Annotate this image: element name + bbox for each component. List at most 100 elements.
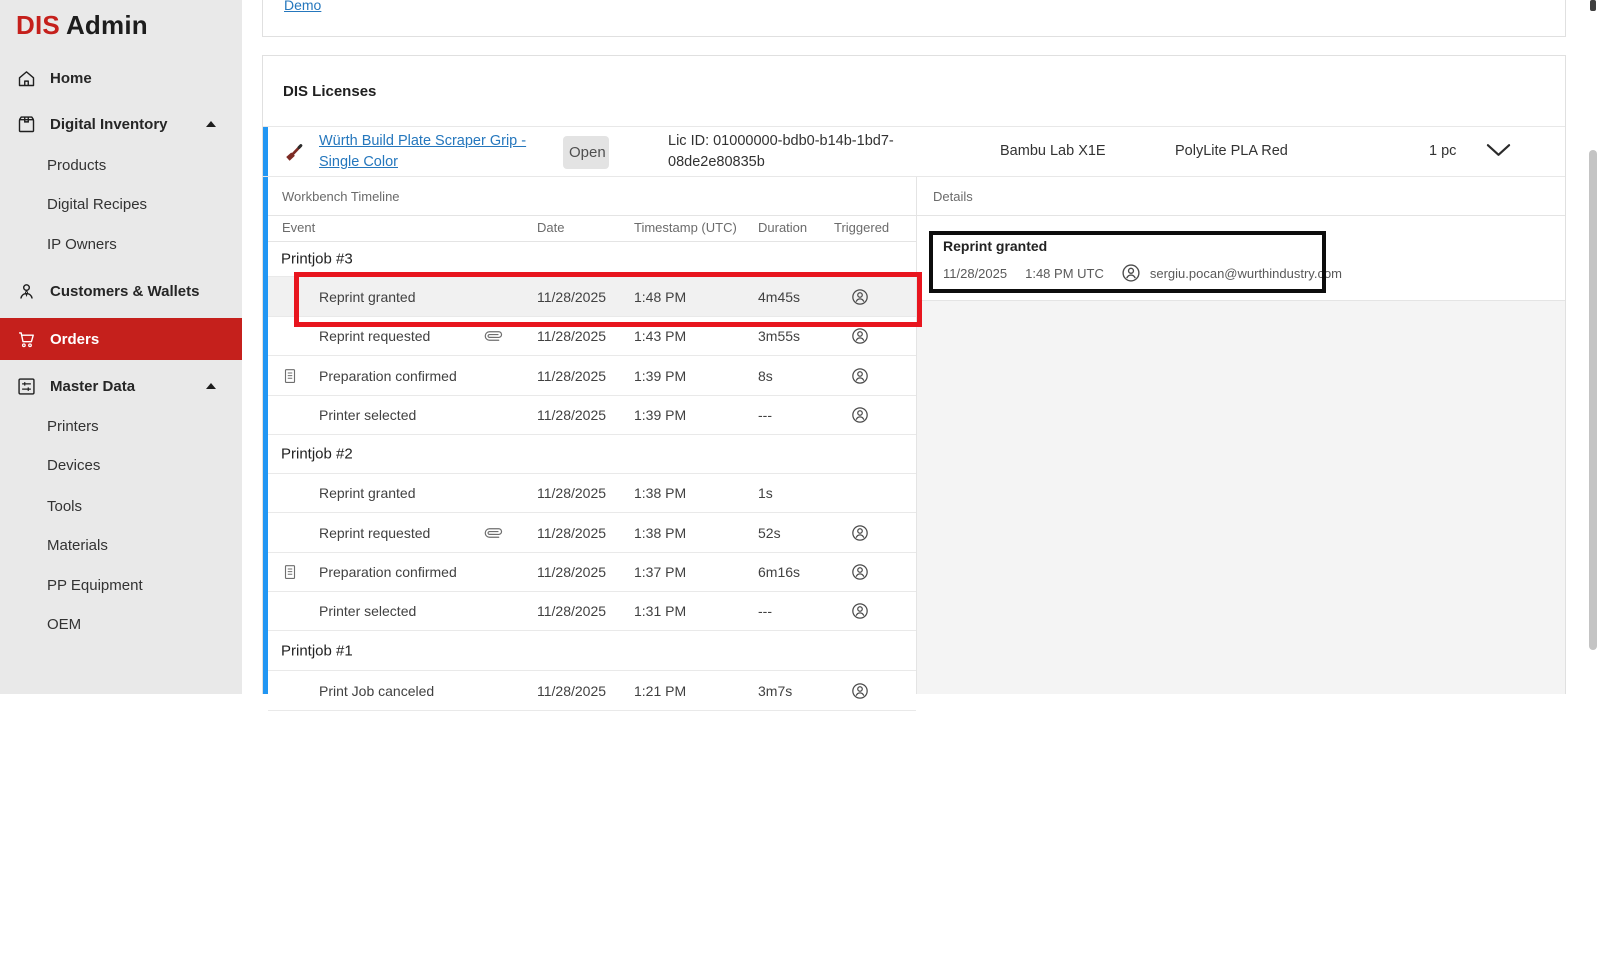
logo-suffix: Admin (66, 10, 148, 40)
scrollbar-thumb[interactable] (1589, 150, 1597, 650)
package-icon (16, 114, 37, 135)
license-row[interactable]: Würth Build Plate Scraper Grip - Single … (263, 126, 1565, 177)
sidebar-item-label: Tools (47, 498, 82, 515)
event-date: 11/28/2025 (537, 407, 606, 423)
detail-date: 11/28/2025 (943, 266, 1007, 281)
document-icon (281, 366, 299, 386)
sliders-icon (16, 376, 37, 397)
timeline-row-selected[interactable]: Reprint granted 11/28/2025 1:48 PM 4m45s (268, 277, 916, 317)
event-duration: 4m45s (758, 289, 800, 305)
printjob-group-header: Printjob #1 (268, 631, 916, 671)
event-label: Printer selected (319, 603, 416, 619)
home-icon (16, 68, 37, 89)
timeline-row[interactable]: Preparation confirmed 11/28/2025 1:39 PM… (268, 356, 916, 396)
paperclip-icon (481, 324, 505, 348)
sidebar-item-label: Devices (47, 457, 100, 474)
event-duration: 6m16s (758, 564, 800, 580)
timeline-row[interactable]: Reprint requested 11/28/2025 1:43 PM 3m5… (268, 317, 916, 356)
detail-item: Reprint granted 11/28/2025 1:48 PM UTC s… (917, 216, 1565, 301)
event-duration: --- (758, 603, 772, 619)
sidebar-item-ip-owners[interactable]: IP Owners (0, 224, 242, 264)
sidebar-item-master-data[interactable]: Master Data (0, 366, 242, 406)
sidebar-item-customers-wallets[interactable]: Customers & Wallets (0, 271, 242, 311)
col-timestamp: Timestamp (UTC) (634, 220, 737, 235)
timeline-row[interactable]: Print Job canceled 11/28/2025 1:21 PM 3m… (268, 671, 916, 711)
timeline-title: Workbench Timeline (282, 189, 400, 204)
event-time: 1:48 PM (634, 289, 686, 305)
caret-up-icon (206, 383, 216, 389)
sidebar-item-digital-inventory[interactable]: Digital Inventory (0, 104, 242, 144)
sidebar-item-materials[interactable]: Materials (0, 525, 242, 565)
timeline-row[interactable]: Printer selected 11/28/2025 1:39 PM --- (268, 396, 916, 435)
order-card-partial: Demo (262, 0, 1566, 37)
event-time: 1:39 PM (634, 407, 686, 423)
event-duration: 1s (758, 485, 773, 501)
sidebar-item-label: PP Equipment (47, 577, 143, 594)
printjob-label: Printjob #3 (281, 251, 353, 268)
sidebar-item-tools[interactable]: Tools (0, 486, 242, 526)
printjob-group-header: Printjob #3 (268, 242, 916, 277)
sidebar-item-digital-recipes[interactable]: Digital Recipes (0, 184, 242, 224)
detail-event: Reprint granted (943, 238, 1047, 254)
event-date: 11/28/2025 (537, 525, 606, 541)
timeline-row[interactable]: Preparation confirmed 11/28/2025 1:37 PM… (268, 553, 916, 592)
user-circle-icon (850, 523, 870, 543)
event-label: Reprint requested (319, 328, 430, 344)
printjob-label: Printjob #1 (281, 642, 353, 659)
event-label: Preparation confirmed (319, 368, 457, 384)
cart-icon (16, 329, 37, 350)
sidebar-item-label: Customers & Wallets (50, 283, 199, 300)
sidebar-item-label: Home (50, 70, 92, 87)
license-expanded-panel: Workbench Timeline Event Date Timestamp … (263, 177, 1565, 694)
col-date: Date (537, 220, 564, 235)
sidebar-item-devices[interactable]: Devices (0, 445, 242, 485)
timeline-row[interactable]: Reprint granted 11/28/2025 1:38 PM 1s (268, 474, 916, 513)
event-time: 1:38 PM (634, 525, 686, 541)
event-label: Preparation confirmed (319, 564, 457, 580)
logo-brand: DIS (16, 10, 60, 40)
sidebar-item-label: IP Owners (47, 236, 117, 253)
event-time: 1:21 PM (634, 683, 686, 699)
product-icon (283, 141, 305, 163)
paperclip-icon (481, 520, 505, 544)
user-circle-icon (850, 405, 870, 425)
document-icon (281, 562, 299, 582)
event-label: Reprint granted (319, 289, 416, 305)
event-time: 1:31 PM (634, 603, 686, 619)
user-circle-icon (850, 366, 870, 386)
chevron-down-icon[interactable] (1485, 142, 1512, 158)
user-circle-icon (850, 601, 870, 621)
sidebar-item-label: Master Data (50, 378, 135, 395)
sidebar-item-printers[interactable]: Printers (0, 406, 242, 446)
timeline-row[interactable]: Printer selected 11/28/2025 1:31 PM --- (268, 592, 916, 631)
product-link[interactable]: Würth Build Plate Scraper Grip - Single … (319, 131, 553, 173)
license-id: Lic ID: 01000000-bdb0-b14b-1bd7-08de2e80… (668, 131, 918, 173)
dis-licenses-card: DIS Licenses Würth Build Plate Scraper G… (262, 55, 1566, 694)
printjob-label: Printjob #2 (281, 446, 353, 463)
event-duration: 52s (758, 525, 781, 541)
sidebar-item-products[interactable]: Products (0, 145, 242, 185)
details-title: Details (933, 189, 973, 204)
demo-link[interactable]: Demo (284, 0, 321, 13)
caret-up-icon (206, 121, 216, 127)
card-title: DIS Licenses (283, 83, 376, 100)
sidebar-item-label: Digital Inventory (50, 116, 168, 133)
event-date: 11/28/2025 (537, 289, 606, 305)
sidebar-item-orders[interactable]: Orders (0, 318, 242, 360)
event-label: Print Job canceled (319, 683, 434, 699)
detail-meta: 11/28/2025 1:48 PM UTC sergiu.pocan@wurt… (943, 262, 1342, 284)
sidebar-item-oem[interactable]: OEM (0, 604, 242, 644)
sidebar-item-home[interactable]: Home (0, 58, 242, 98)
license-printer: Bambu Lab X1E (1000, 143, 1106, 159)
user-circle-icon (850, 562, 870, 582)
event-time: 1:43 PM (634, 328, 686, 344)
event-label: Reprint granted (319, 485, 416, 501)
sidebar-item-pp-equipment[interactable]: PP Equipment (0, 565, 242, 605)
scrollbar-top-mark (1590, 0, 1596, 11)
timeline-row[interactable]: Reprint requested 11/28/2025 1:38 PM 52s (268, 513, 916, 553)
open-button[interactable]: Open (563, 136, 609, 169)
event-time: 1:37 PM (634, 564, 686, 580)
license-material: PolyLite PLA Red (1175, 143, 1288, 159)
details-panel: Details Reprint granted 11/28/2025 1:48 … (916, 177, 1565, 694)
event-duration: 3m55s (758, 328, 800, 344)
